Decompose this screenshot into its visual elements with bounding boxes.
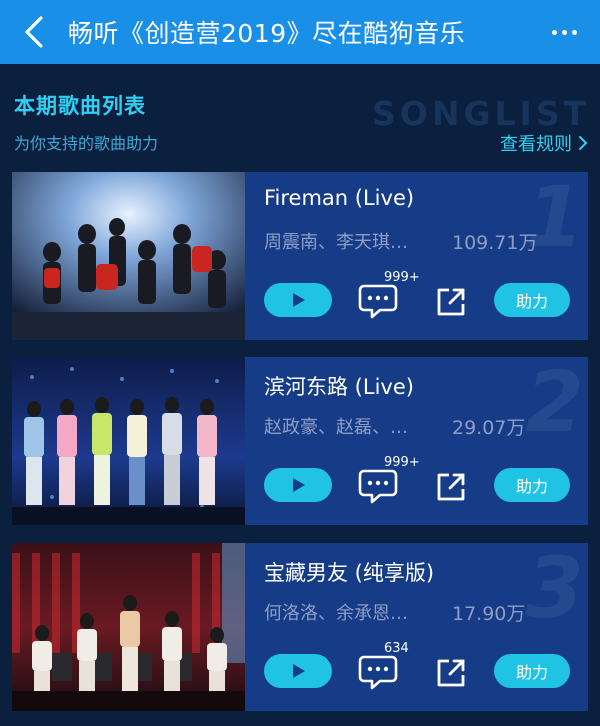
- vote-count: 29.07万: [452, 417, 526, 439]
- page-title: 畅听《创造营2019》尽在酷狗音乐: [68, 19, 466, 48]
- section-title: 本期歌曲列表: [14, 94, 146, 118]
- back-button[interactable]: [14, 10, 54, 54]
- view-rules-label: 查看规则: [500, 134, 572, 155]
- comment-count-badge: 634: [384, 641, 409, 656]
- view-rules-link[interactable]: 查看规则: [500, 130, 588, 156]
- song-title[interactable]: 宝藏男友 (纯享版): [264, 557, 434, 587]
- comment-icon: [358, 469, 398, 504]
- main-content: SONGLIST 本期歌曲列表 为你支持的歌曲助力 查看规则 1 Fireman…: [0, 64, 600, 726]
- song-title[interactable]: 滨河东路 (Live): [264, 371, 414, 401]
- song-card[interactable]: 3 宝藏男友 (纯享版) 何洛洛、余承恩… 17.90万 634 助力: [12, 543, 588, 711]
- comment-count-badge: 999+: [384, 455, 420, 470]
- play-icon: [293, 478, 305, 492]
- song-cover-image[interactable]: [12, 172, 245, 340]
- share-button[interactable]: [434, 285, 468, 319]
- rank-number: 3: [525, 543, 584, 637]
- song-artists: 赵政豪、赵磊、…: [264, 417, 408, 438]
- rank-number: 2: [525, 357, 584, 451]
- share-icon: [437, 473, 465, 501]
- share-button[interactable]: [434, 656, 468, 690]
- play-icon: [293, 293, 305, 307]
- play-button[interactable]: [264, 654, 332, 688]
- play-button[interactable]: [264, 283, 332, 317]
- song-artists: 何洛洛、余承恩…: [264, 603, 408, 624]
- help-boost-button[interactable]: 助力: [494, 468, 570, 502]
- song-card[interactable]: 1 Fireman (Live) 周震南、李天琪… 109.71万 999+ 助…: [12, 172, 588, 340]
- comment-icon: [358, 655, 398, 690]
- comment-button[interactable]: [358, 651, 408, 693]
- section-subtitle: 为你支持的歌曲助力: [14, 134, 159, 153]
- more-options-button[interactable]: [544, 18, 584, 46]
- help-boost-button[interactable]: 助力: [494, 654, 570, 688]
- comment-button[interactable]: [358, 465, 408, 507]
- section-watermark: SONGLIST: [372, 94, 591, 133]
- song-artists: 周震南、李天琪…: [264, 232, 408, 253]
- song-card[interactable]: 2 滨河东路 (Live) 赵政豪、赵磊、… 29.07万 999+ 助力: [12, 357, 588, 525]
- chevron-right-icon: [579, 136, 588, 150]
- song-cover-image[interactable]: [12, 357, 245, 525]
- more-dot-icon: [571, 29, 577, 35]
- comment-button[interactable]: [358, 280, 408, 322]
- song-cover-image[interactable]: [12, 543, 245, 711]
- play-icon: [293, 664, 305, 678]
- more-dot-icon: [551, 29, 557, 35]
- share-icon: [437, 288, 465, 316]
- comment-count-badge: 999+: [384, 270, 420, 285]
- help-boost-button[interactable]: 助力: [494, 283, 570, 317]
- vote-count: 109.71万: [452, 232, 538, 254]
- chevron-left-icon: [25, 16, 43, 48]
- song-title[interactable]: Fireman (Live): [264, 186, 414, 210]
- songlist-header: SONGLIST 本期歌曲列表 为你支持的歌曲助力 查看规则: [0, 64, 600, 164]
- vote-count: 17.90万: [452, 603, 526, 625]
- play-button[interactable]: [264, 468, 332, 502]
- top-navigation-bar: 畅听《创造营2019》尽在酷狗音乐: [0, 0, 600, 64]
- share-button[interactable]: [434, 470, 468, 504]
- comment-icon: [358, 284, 398, 319]
- share-icon: [437, 659, 465, 687]
- more-dot-icon: [561, 29, 567, 35]
